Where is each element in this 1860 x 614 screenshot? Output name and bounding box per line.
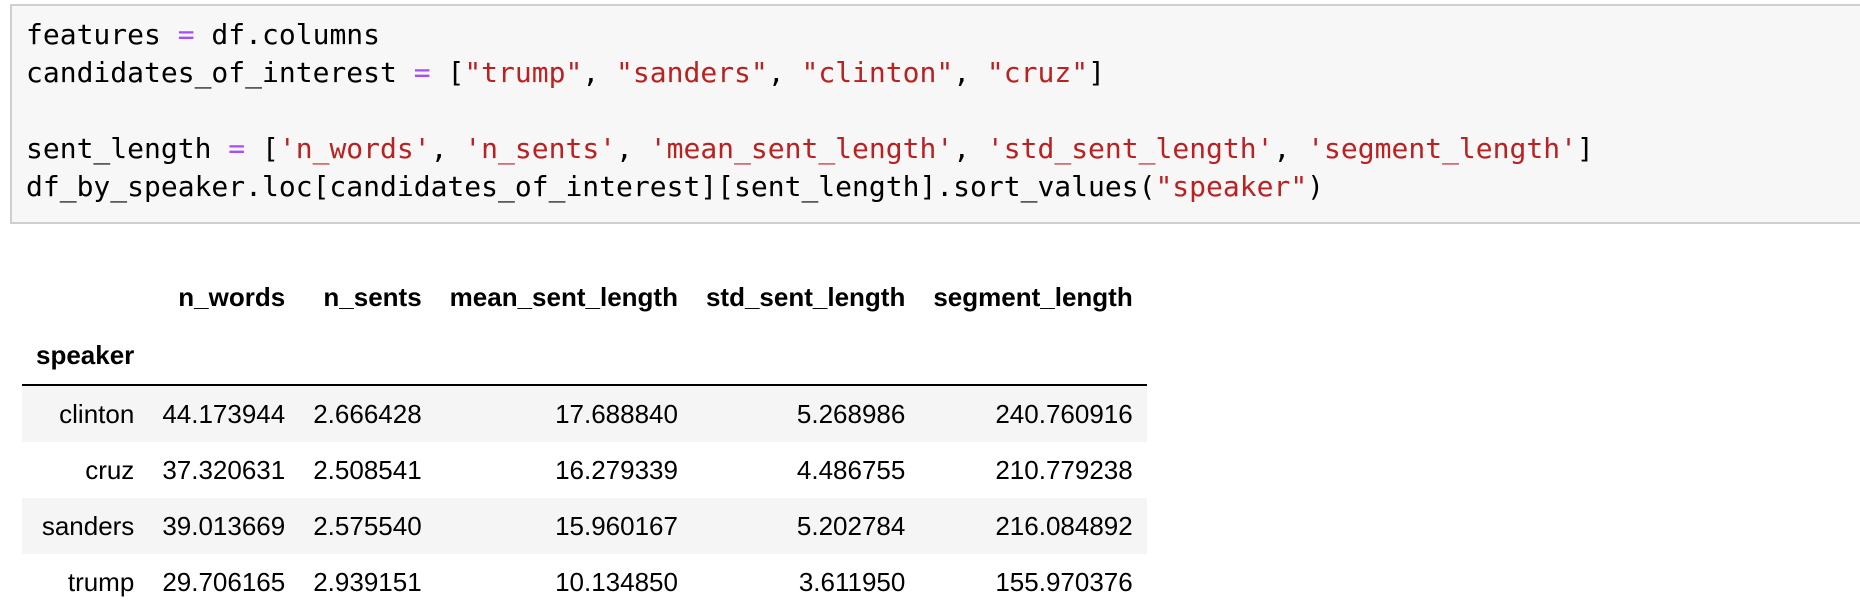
index-name-row: speaker bbox=[22, 326, 1147, 386]
table-cell: 5.268986 bbox=[796, 398, 906, 429]
table-cell: 155.970376 bbox=[995, 566, 1133, 597]
code-cell-input[interactable]: features = df.columns candidates_of_inter… bbox=[10, 4, 1860, 224]
string-token: 'mean_sent_length' bbox=[649, 132, 954, 165]
code-token: ) bbox=[1307, 170, 1325, 203]
table-cell: 240.760916 bbox=[995, 398, 1133, 429]
row-index: sanders bbox=[41, 510, 135, 541]
code-token: df_by_speaker.loc[candidates_of_interest… bbox=[26, 170, 1156, 203]
code-token: ] bbox=[1088, 56, 1105, 89]
code-token: features bbox=[26, 18, 178, 51]
column-header: segment_length bbox=[933, 281, 1133, 312]
code-token: , bbox=[616, 132, 650, 165]
string-token: "sanders" bbox=[616, 56, 768, 89]
table-cell: 17.688840 bbox=[555, 398, 678, 429]
table-row: clinton 44.173944 2.666428 17.688840 5.2… bbox=[22, 385, 1147, 442]
code-token: df.columns bbox=[194, 18, 381, 51]
table-cell: 2.508541 bbox=[313, 454, 422, 485]
index-name-header: speaker bbox=[22, 326, 149, 386]
table-cell: 3.611950 bbox=[798, 566, 906, 597]
table-cell: 2.666428 bbox=[313, 398, 422, 429]
code-token: candidates_of_interest bbox=[26, 56, 414, 89]
code-token: , bbox=[767, 56, 802, 89]
operator-token: = bbox=[177, 18, 195, 51]
string-token: 'std_sent_length' bbox=[986, 132, 1274, 165]
table-cell: 39.013669 bbox=[162, 510, 286, 541]
code-token: , bbox=[953, 56, 987, 89]
table-cell: 10.134850 bbox=[555, 566, 678, 597]
blank-corner-header bbox=[22, 268, 148, 326]
table-cell: 37.320631 bbox=[162, 454, 286, 485]
table-cell: 16.279339 bbox=[555, 454, 678, 485]
string-token: "trump" bbox=[464, 56, 583, 89]
table-cell: 29.706165 bbox=[162, 566, 286, 597]
table-cell: 216.084892 bbox=[995, 510, 1133, 541]
string-token: 'segment_length' bbox=[1307, 132, 1577, 165]
code-line: features = df.columns bbox=[26, 16, 380, 54]
table-cell: 4.486755 bbox=[796, 454, 906, 485]
column-header-row: n_words n_sents mean_sent_length std_sen… bbox=[22, 268, 1147, 326]
code-line: df_by_speaker.loc[candidates_of_interest… bbox=[26, 168, 1324, 206]
string-token: 'n_sents' bbox=[464, 132, 617, 165]
operator-token: = bbox=[413, 56, 431, 89]
column-header: mean_sent_length bbox=[449, 281, 678, 312]
dataframe-table: n_words n_sents mean_sent_length std_sen… bbox=[22, 268, 1147, 610]
table-cell: 2.939151 bbox=[313, 566, 422, 597]
code-token: , bbox=[430, 132, 465, 165]
column-header: std_sent_length bbox=[705, 281, 906, 312]
row-index: cruz bbox=[85, 454, 135, 485]
table-row: trump 29.706165 2.939151 10.134850 3.611… bbox=[22, 554, 1147, 610]
row-index: clinton bbox=[59, 398, 135, 429]
code-line: candidates_of_interest = ["trump", "sand… bbox=[26, 54, 1105, 92]
code-token: , bbox=[953, 132, 987, 165]
column-header: n_sents bbox=[323, 281, 422, 312]
string-token: "clinton" bbox=[801, 56, 954, 89]
string-token: "speaker" bbox=[1155, 170, 1308, 203]
table-cell: 15.960167 bbox=[555, 510, 678, 541]
string-token: "cruz" bbox=[986, 56, 1089, 89]
row-index: trump bbox=[67, 566, 135, 597]
code-token: , bbox=[1273, 132, 1308, 165]
table-cell: 5.202784 bbox=[796, 510, 906, 541]
table-cell: 2.575540 bbox=[313, 510, 422, 541]
table-row: sanders 39.013669 2.575540 15.960167 5.2… bbox=[22, 498, 1147, 554]
table-cell: 210.779238 bbox=[995, 454, 1133, 485]
code-token: ] bbox=[1576, 132, 1594, 165]
operator-token: = bbox=[228, 132, 246, 165]
table-cell: 44.173944 bbox=[162, 398, 286, 429]
code-token: , bbox=[582, 56, 617, 89]
code-token: sent_length bbox=[26, 132, 229, 165]
code-line: sent_length = ['n_words', 'n_sents', 'me… bbox=[26, 130, 1594, 168]
output-area: n_words n_sents mean_sent_length std_sen… bbox=[22, 268, 1147, 610]
code-token: [ bbox=[245, 132, 279, 165]
string-token: 'n_words' bbox=[278, 132, 431, 165]
table-row: cruz 37.320631 2.508541 16.279339 4.4867… bbox=[22, 442, 1147, 498]
code-token: [ bbox=[430, 56, 465, 89]
column-header: n_words bbox=[178, 281, 286, 312]
